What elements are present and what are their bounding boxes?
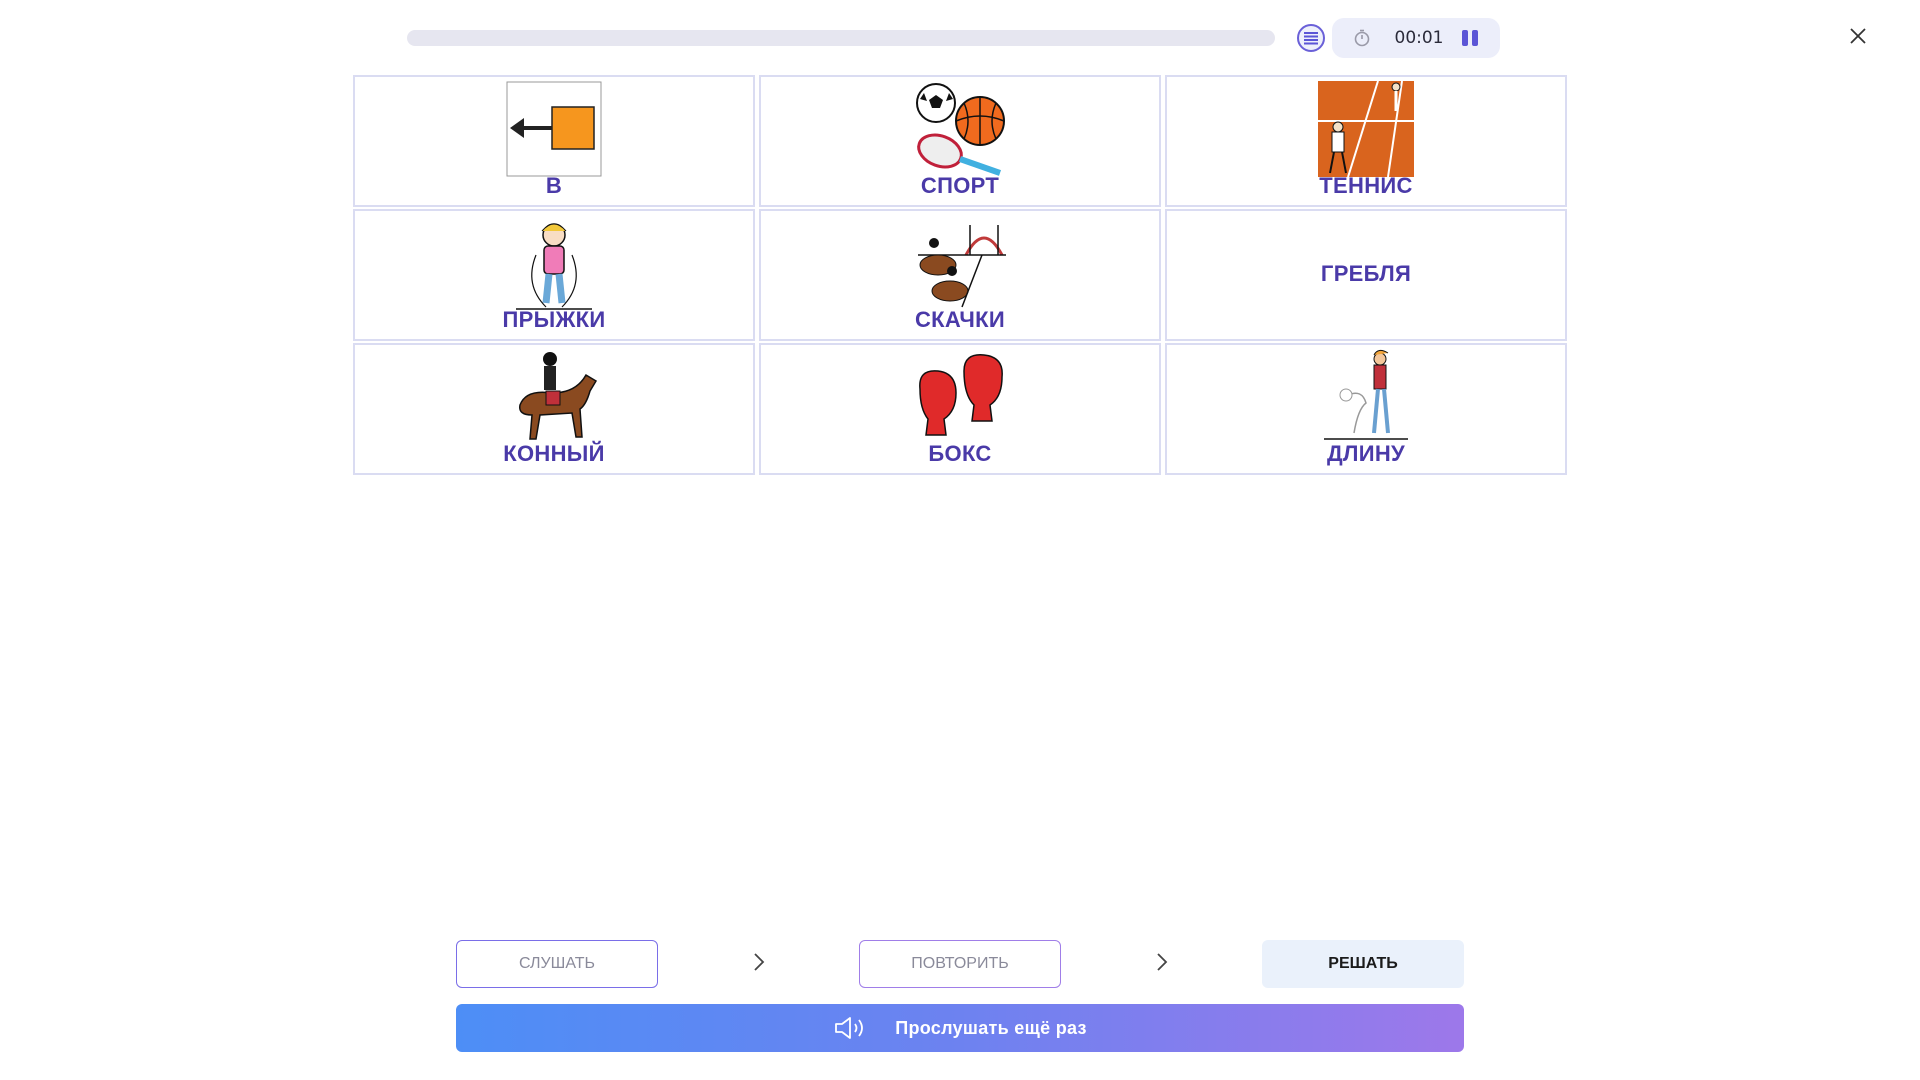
word-card-label: СПОРТ: [920, 173, 1000, 198]
repeat-step-button[interactable]: ПОВТОРИТЬ: [859, 940, 1061, 988]
timer-value: 00:01: [1394, 28, 1444, 48]
word-card-konny[interactable]: КОННЫЙ: [353, 343, 755, 475]
word-card-sport[interactable]: СПОРТ: [759, 75, 1161, 207]
word-card-label: ТЕННИС: [1319, 173, 1413, 198]
progress-bar: [407, 30, 1275, 46]
pause-icon-bar: [1472, 30, 1478, 46]
word-card-tennis[interactable]: ТЕННИС: [1165, 75, 1567, 207]
stopwatch-icon: [1354, 29, 1370, 47]
play-again-label: Прослушать ещё раз: [895, 1017, 1087, 1038]
chevron-right-icon: [754, 953, 765, 971]
word-card-label: ГРЕБЛЯ: [1320, 261, 1412, 286]
chevron-right-icon: [1157, 953, 1168, 971]
boxing-gloves-picture: [919, 354, 1003, 436]
horse-racing-picture: [918, 225, 1006, 308]
word-card-pryzhki[interactable]: ПРЫЖКИ: [353, 209, 755, 341]
balls-and-racket-picture: [916, 83, 1005, 176]
word-card-boks[interactable]: БОКС: [759, 343, 1161, 475]
timer: 00:01: [1332, 18, 1500, 58]
word-card-label: КОННЫЙ: [503, 441, 605, 466]
list-icon: [1304, 32, 1318, 45]
play-again-button[interactable]: Прослушать ещё раз: [456, 1004, 1464, 1052]
close-icon[interactable]: [1846, 24, 1870, 48]
long-jump-picture: [1324, 349, 1408, 440]
word-card-label: БОКС: [928, 441, 992, 466]
list-button[interactable]: [1297, 24, 1325, 52]
word-card-skachki[interactable]: СКАЧКИ: [759, 209, 1161, 341]
horse-rider-picture: [519, 352, 598, 440]
pause-button[interactable]: [1459, 28, 1481, 48]
word-card-label: В: [545, 173, 563, 198]
word-card-label: ДЛИНУ: [1327, 441, 1405, 466]
solve-step-button[interactable]: РЕШАТЬ: [1262, 940, 1464, 988]
word-card-label: ПРЫЖКИ: [502, 307, 606, 332]
listen-step-button[interactable]: СЛУШАТЬ: [456, 940, 658, 988]
word-card-dlinu[interactable]: ДЛИНУ: [1165, 343, 1567, 475]
tennis-court-picture: [1318, 81, 1414, 177]
pause-icon: [1462, 30, 1468, 46]
word-card-label: СКАЧКИ: [914, 307, 1006, 332]
word-card-v[interactable]: В: [353, 75, 755, 207]
arrow-into-square-picture: [506, 81, 602, 177]
word-card-greblya[interactable]: ГРЕБЛЯ: [1165, 209, 1567, 341]
word-grid: В СПОРТ ТЕННИС ПРЫЖКИ СКАЧКИ ГРЕБЛЯ КОНН…: [353, 75, 1567, 475]
speaker-icon: [835, 1017, 864, 1039]
girl-jumping-rope-picture: [516, 223, 592, 310]
